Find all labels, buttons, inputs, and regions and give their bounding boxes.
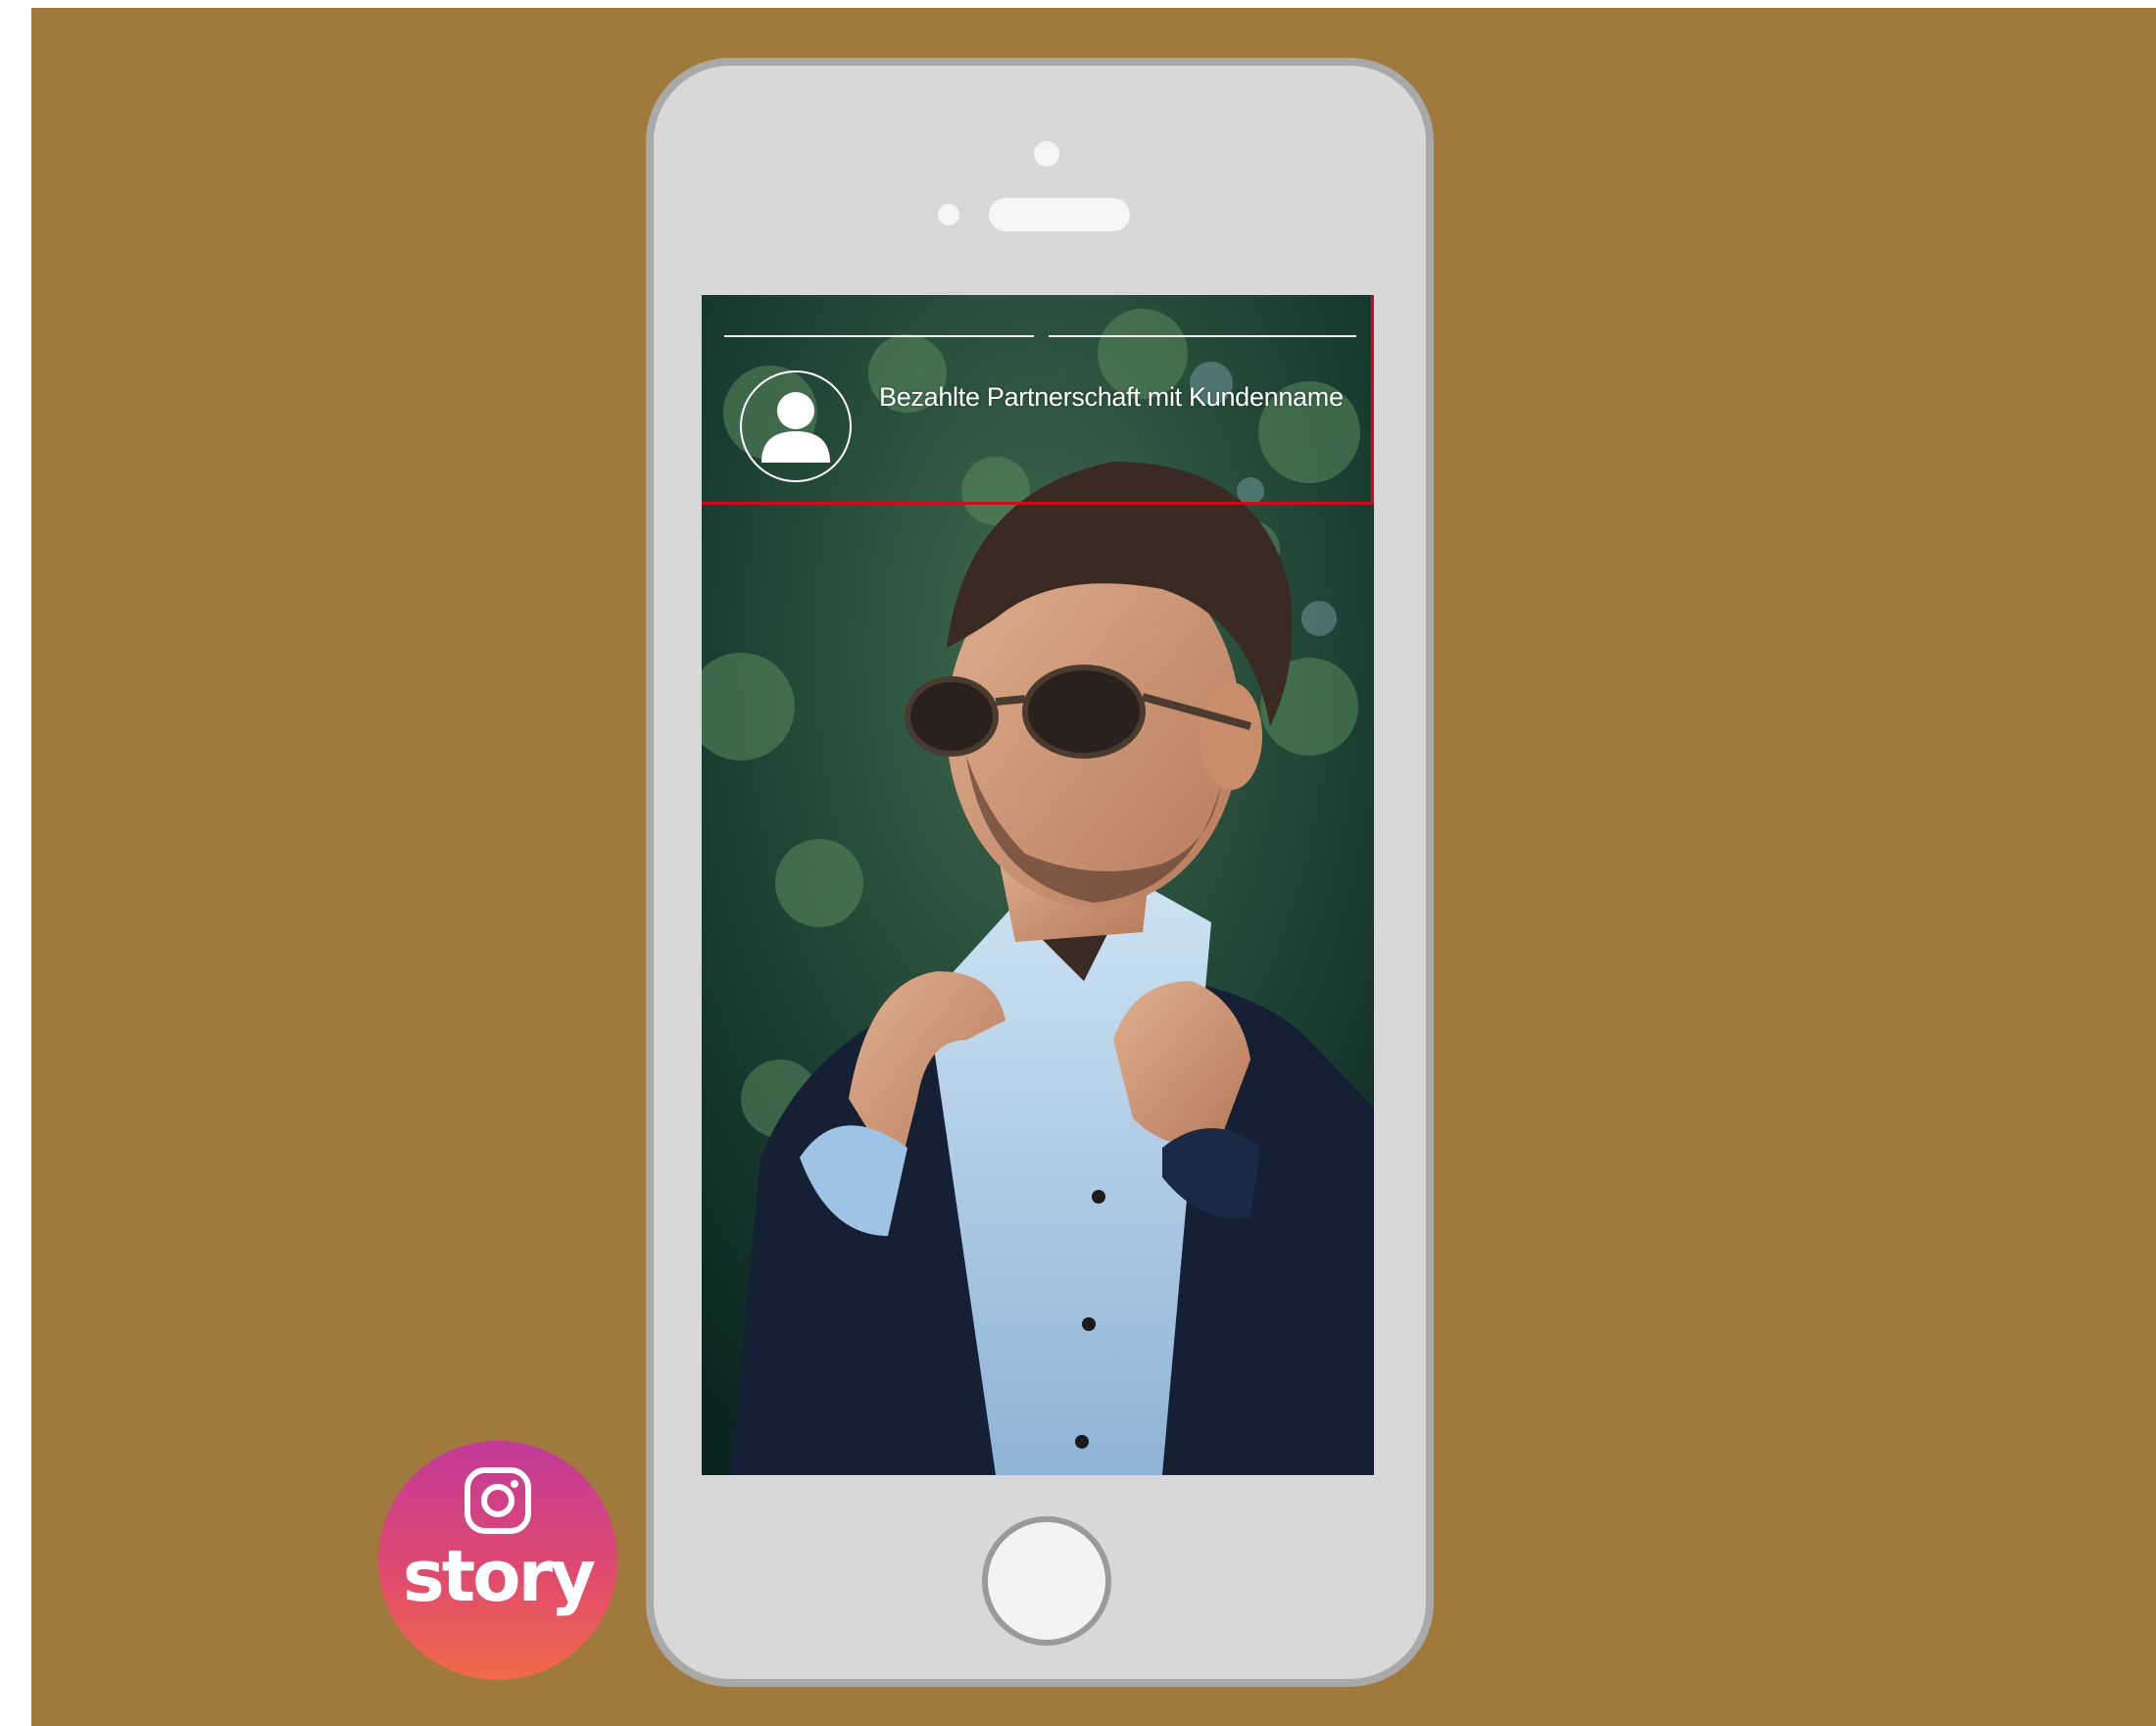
proximity-sensor: [938, 204, 959, 225]
story-progress-segment: [724, 335, 1034, 337]
paid-partnership-label[interactable]: Bezahlte Partnerschaft mit Kundenname: [879, 382, 1344, 413]
instagram-icon: [465, 1467, 531, 1534]
earpiece-speaker: [989, 198, 1130, 231]
phone-mockup: Bezahlte Partnerschaft mit Kundenname: [646, 58, 1434, 1687]
profile-avatar[interactable]: [740, 370, 852, 482]
instagram-story-badge: story: [378, 1441, 617, 1680]
story-screen[interactable]: Bezahlte Partnerschaft mit Kundenname: [702, 295, 1374, 1475]
home-button[interactable]: [982, 1516, 1111, 1646]
story-header-highlight: Bezahlte Partnerschaft mit Kundenname: [702, 295, 1374, 505]
story-label: story: [402, 1535, 596, 1617]
background-stage: Bezahlte Partnerschaft mit Kundenname st…: [31, 8, 2156, 1726]
user-silhouette-icon: [761, 392, 830, 463]
front-camera: [1034, 141, 1059, 167]
story-progress-segment: [1049, 335, 1356, 337]
